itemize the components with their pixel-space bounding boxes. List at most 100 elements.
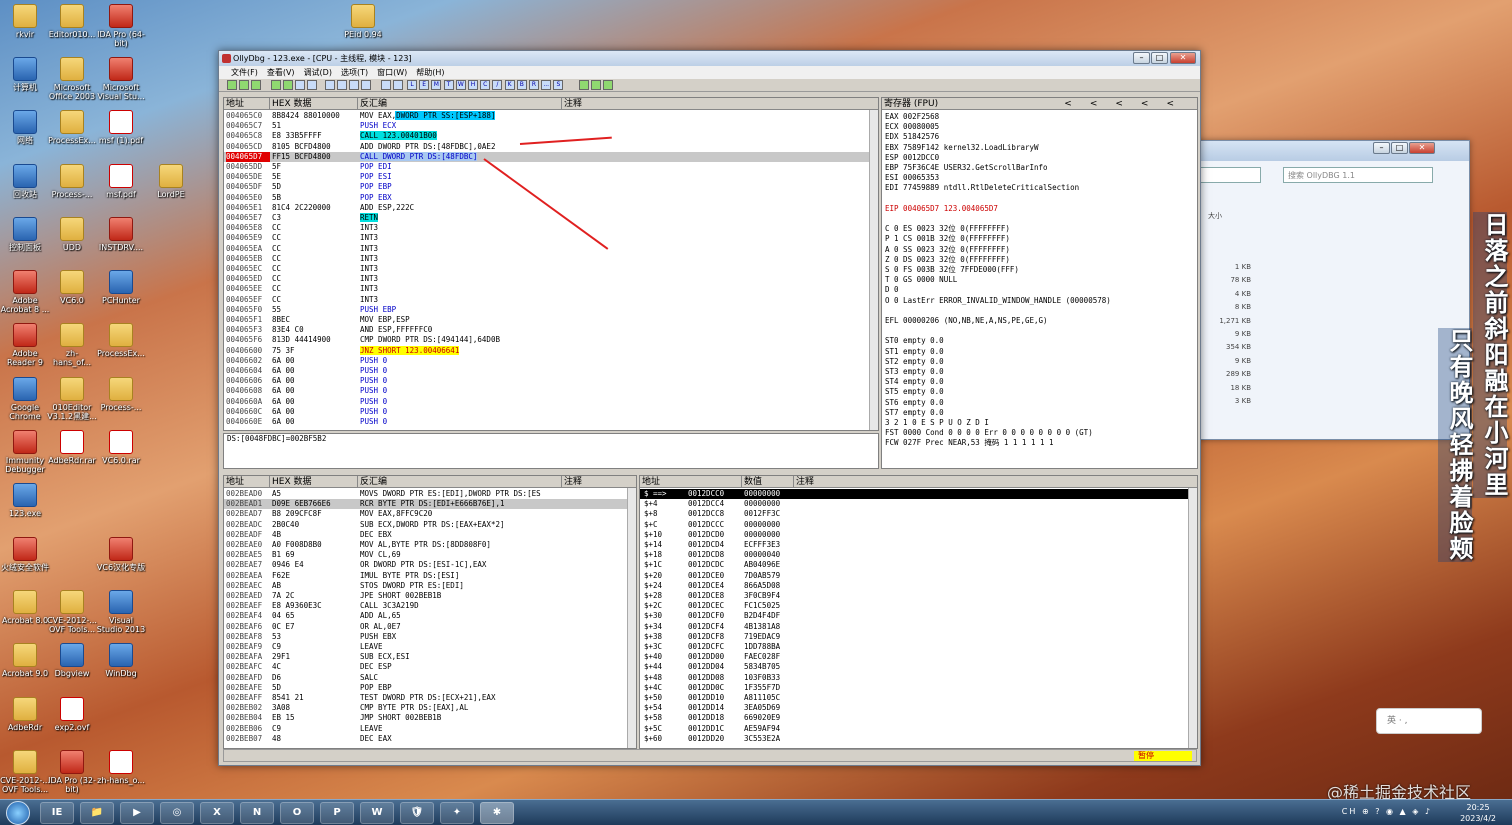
- register-nav-button[interactable]: <: [1141, 99, 1167, 109]
- disasm-row[interactable]: 004065F0 55 PUSH EBP: [224, 305, 878, 315]
- register-row[interactable]: FST 0000 Cond 0 0 0 0 Err 0 0 0 0 0 0 0 …: [885, 428, 1197, 438]
- register-row[interactable]: ECX 00080005: [885, 122, 1197, 132]
- desktop-icon[interactable]: 123.exe: [0, 483, 50, 518]
- register-row[interactable]: EBP 75F36C4E USER32.GetScrollBarInfo: [885, 163, 1197, 173]
- desktop-icon[interactable]: 火绒安全软件: [0, 537, 50, 572]
- toolbar-letter-button[interactable]: W: [455, 80, 466, 90]
- register-row[interactable]: EIP 004065D7 123.004065D7: [885, 204, 1197, 214]
- desktop-icon[interactable]: Microsoft Visual Stu...: [96, 57, 146, 101]
- disasm-row[interactable]: 00406604 6A 00 PUSH 0: [224, 366, 878, 376]
- dump-row[interactable]: 002BEAF6 0C E7 OR AL,0E7: [224, 622, 636, 632]
- register-row[interactable]: ST5 empty 0.0: [885, 387, 1197, 397]
- dump-row[interactable]: 002BEAFF 8541 21 TEST DWORD PTR DS:[ECX+21…: [224, 693, 636, 703]
- dump-row[interactable]: 002BEAE5 B1 69 MOV CL,69: [224, 550, 636, 560]
- dump-row[interactable]: 002BEAFA 29F1 SUB ECX,ESI: [224, 652, 636, 662]
- toolbar-button[interactable]: [295, 80, 305, 90]
- start-button[interactable]: [6, 801, 30, 825]
- excel-icon[interactable]: X: [200, 802, 234, 824]
- desktop-icon[interactable]: ProcessEx...: [96, 323, 146, 358]
- disasm-row[interactable]: 004065EC CC INT3: [224, 264, 878, 274]
- register-row[interactable]: [885, 326, 1197, 336]
- stack-pane[interactable]: 地址 数值 注释 $ ==> 0012DCC0 00000000 $+4 0012DCC…: [639, 475, 1198, 749]
- menu-item[interactable]: 调试(D): [304, 68, 332, 77]
- toolbar-button[interactable]: [307, 80, 317, 90]
- register-row[interactable]: ESP 0012DCC0: [885, 153, 1197, 163]
- stack-row[interactable]: $+28 0012DCE8 3F0CB9F4: [640, 591, 1197, 601]
- desktop-icon[interactable]: VC6.0.rar: [96, 430, 146, 465]
- register-row[interactable]: S 0 FS 003B 32位 7FFDE000(FFF): [885, 265, 1197, 275]
- disasm-row[interactable]: 004065E0 5B POP EBX: [224, 193, 878, 203]
- dump-row[interactable]: 002BEAEA F62E IMUL BYTE PTR DS:[ESI]: [224, 571, 636, 581]
- close-button[interactable]: ✕: [1409, 142, 1435, 154]
- register-row[interactable]: FCW 027F Prec NEAR,53 掩码 1 1 1 1 1 1: [885, 438, 1197, 448]
- menu-item[interactable]: 文件(F): [231, 68, 258, 77]
- disasm-row[interactable]: 004065ED CC INT3: [224, 274, 878, 284]
- desktop-icon[interactable]: zh-hans_o...: [96, 750, 146, 785]
- dump-row[interactable]: 002BEB02 3A08 CMP BYTE PTR DS:[EAX],AL: [224, 703, 636, 713]
- dump-row[interactable]: 002BEAE0 A0 F008D8B0 MOV AL,BYTE PTR DS:[8…: [224, 540, 636, 550]
- dump-pane[interactable]: 地址 HEX 数据 反汇编 注释 002BEAD0 A5 MOVS DWORD PT…: [223, 475, 637, 749]
- desktop-icon[interactable]: exp2.ovf: [47, 697, 97, 732]
- register-nav-button[interactable]: <: [1064, 99, 1090, 109]
- system-tray[interactable]: CH ⊕ ? ◉ ▲ ◈ ♪: [1342, 807, 1432, 816]
- toolbar-button[interactable]: [393, 80, 403, 90]
- disasm-row[interactable]: 004065DE 5E POP ESI: [224, 172, 878, 182]
- toolbar-button[interactable]: [271, 80, 281, 90]
- disasm-row[interactable]: 004065CD 8105 BCFD4800 ADD DWORD PTR DS:[4…: [224, 142, 878, 152]
- disasm-scrollbar[interactable]: [869, 110, 878, 430]
- toolbar-button[interactable]: [325, 80, 335, 90]
- chrome-icon[interactable]: ◎: [160, 802, 194, 824]
- desktop-icon[interactable]: Adobe Acrobat 8 ...: [0, 270, 50, 314]
- maximize-button[interactable]: □: [1391, 142, 1408, 154]
- register-nav-button[interactable]: <: [1115, 99, 1141, 109]
- dump-row[interactable]: 002BEADF 4B DEC EBX: [224, 530, 636, 540]
- disasm-row[interactable]: 004065F6 813D 44414900 CMP DWORD PTR DS:[4…: [224, 335, 878, 345]
- shield-icon[interactable]: 🛡: [400, 802, 434, 824]
- stack-row[interactable]: $+18 0012DCD8 00000040: [640, 550, 1197, 560]
- desktop-icon[interactable]: CVE-2012-... OVF Tools...: [0, 750, 50, 794]
- desktop-icon[interactable]: ProcessEx...: [47, 110, 97, 145]
- stack-col-comment[interactable]: 注释: [794, 476, 1197, 488]
- disasm-row[interactable]: 00406602 6A 00 PUSH 0: [224, 356, 878, 366]
- disasm-row[interactable]: 004065E7 C3 RETN: [224, 213, 878, 223]
- disasm-row[interactable]: 004065E8 CC INT3: [224, 223, 878, 233]
- stack-row[interactable]: $+10 0012DCD0 00000000: [640, 530, 1197, 540]
- toolbar-button[interactable]: [361, 80, 371, 90]
- desktop-icon[interactable]: VC6汉化专版: [96, 537, 146, 572]
- toolbar-letter-button[interactable]: /: [492, 80, 503, 90]
- stack-row[interactable]: $+44 0012DD04 5834B705: [640, 662, 1197, 672]
- dump-col-hex[interactable]: HEX 数据: [270, 476, 358, 488]
- stack-row[interactable]: $+3C 0012DCFC 1DD788BA: [640, 642, 1197, 652]
- toolbar-letter-button[interactable]: M: [431, 80, 442, 90]
- desktop-icon[interactable]: rkvir: [0, 4, 50, 39]
- dump-row[interactable]: 002BEB06 C9 LEAVE: [224, 724, 636, 734]
- menu-item[interactable]: 帮助(H): [416, 68, 444, 77]
- stack-row[interactable]: $+48 0012DD08 103F0B33: [640, 673, 1197, 683]
- toolbar-button[interactable]: [579, 80, 589, 90]
- disasm-row[interactable]: 004065DD 5F POP EDI: [224, 162, 878, 172]
- stack-row[interactable]: $+34 0012DCF4 4B1381A8: [640, 622, 1197, 632]
- desktop-icon[interactable]: msf (1).pdf: [96, 110, 146, 145]
- desktop-icon[interactable]: Acrobat 8.0: [0, 590, 50, 625]
- register-row[interactable]: O 0 LastErr ERROR_INVALID_WINDOW_HANDLE …: [885, 296, 1197, 306]
- desktop-icon[interactable]: Immunity Debugger: [0, 430, 50, 474]
- toolbar-button[interactable]: [591, 80, 601, 90]
- search-input[interactable]: 搜索 OllyDBG 1.1: [1283, 167, 1433, 183]
- stack-row[interactable]: $+40 0012DD00 FAEC028F: [640, 652, 1197, 662]
- disasm-row[interactable]: 004065F3 83E4 C0 AND ESP,FFFFFFC0: [224, 325, 878, 335]
- dump-col-comment[interactable]: 注释: [562, 476, 636, 488]
- menu-item[interactable]: 窗口(W): [377, 68, 407, 77]
- register-row[interactable]: ST2 empty 0.0: [885, 357, 1197, 367]
- disasm-row[interactable]: 0040660E 6A 00 PUSH 0: [224, 417, 878, 427]
- register-row[interactable]: 3 2 1 0 E S P U O Z D I: [885, 418, 1197, 428]
- clock[interactable]: 20:25 2023/4/2: [1460, 802, 1496, 824]
- dump-row[interactable]: 002BEAF9 C9 LEAVE: [224, 642, 636, 652]
- register-row[interactable]: ST6 empty 0.0: [885, 398, 1197, 408]
- col-header-hex[interactable]: HEX 数据: [270, 98, 358, 110]
- minimize-button[interactable]: –: [1373, 142, 1390, 154]
- desktop-icon[interactable]: PEid 0.94: [338, 4, 388, 39]
- ollydbg-icon[interactable]: ✱: [480, 802, 514, 824]
- stack-row[interactable]: $+20 0012DCE0 7D0AB579: [640, 571, 1197, 581]
- stack-row[interactable]: $+30 0012DCF0 B2D4F4DF: [640, 611, 1197, 621]
- dump-row[interactable]: 002BEADC 2B0C40 SUB ECX,DWORD PTR DS:[EAX+…: [224, 520, 636, 530]
